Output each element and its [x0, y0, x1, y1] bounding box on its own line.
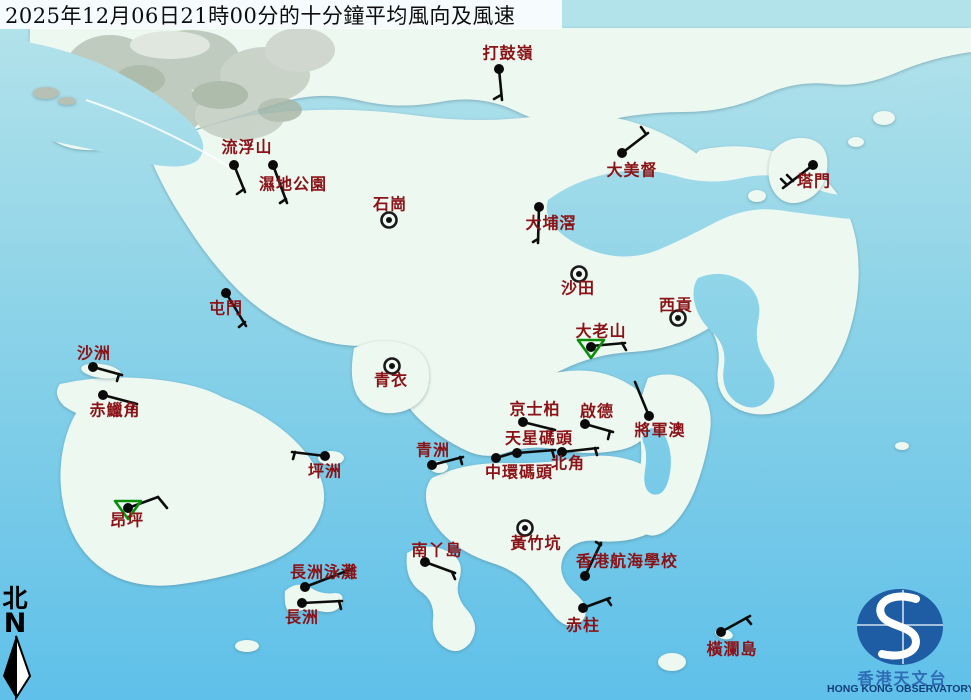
- station-label-kp: 京士柏: [509, 400, 560, 419]
- station-label-ssc: 香港航海學校: [575, 552, 678, 571]
- station-label-tko: 將軍澳: [634, 421, 685, 440]
- station-label-tap: 塔門: [797, 172, 831, 191]
- station-label-np: 北角: [551, 454, 585, 473]
- island-kat-o: [873, 111, 895, 125]
- station-label-wgl: 橫瀾島: [706, 640, 757, 659]
- islet-deep-bay-2: [58, 97, 76, 105]
- station-label-sty: 赤柱: [566, 616, 600, 635]
- station-label-lam: 南丫島: [411, 541, 462, 560]
- hk-map: 打鼓嶺流浮山濕地公園石崗大埔滘 大美督塔門屯門沙洲赤鱲角 沙田西貢大老山青衣京士柏 啟…: [0, 0, 971, 700]
- station-label-skg: 西貢: [659, 296, 693, 315]
- station-label-tc: 大老山: [575, 322, 626, 341]
- station-label-tmt: 大美督: [606, 161, 657, 180]
- station-label-ty: 青衣: [374, 371, 408, 390]
- island-po-toi: [658, 653, 686, 671]
- hko-logo-mark: [857, 589, 943, 665]
- station-label-cp: 中環碼頭: [485, 463, 553, 482]
- station-label-wlp: 濕地公園: [259, 175, 327, 194]
- islet-deep-bay-1: [33, 87, 59, 99]
- map-title: 2025年12月06日21時00分的十分鐘平均風向及風速: [0, 0, 515, 30]
- station-label-gi: 青洲: [416, 441, 450, 460]
- station-label-pen: 坪洲: [308, 462, 342, 481]
- station-label-clk: 赤鱲角: [89, 401, 140, 420]
- station-label-cch: 長洲: [285, 608, 319, 627]
- island-ap-chau: [848, 137, 864, 147]
- wind-map-page: 打鼓嶺流浮山濕地公園石崗大埔滘 大美督塔門屯門沙洲赤鱲角 沙田西貢大老山青衣京士柏 啟…: [0, 0, 971, 700]
- station-label-wch: 黃竹坑: [509, 534, 561, 553]
- station-label-ngp: 昂坪: [110, 511, 144, 530]
- station-label-ccb: 長洲泳灘: [290, 563, 358, 582]
- station-label-sf: 天星碼頭: [505, 429, 573, 448]
- station-label-kt: 啟德: [580, 402, 614, 421]
- station-label-tun: 屯門: [209, 299, 243, 318]
- island-ninepin: [895, 442, 909, 450]
- island-small-ne: [748, 190, 766, 202]
- station-label-tkl: 打鼓嶺: [482, 44, 533, 63]
- station-label-tpk: 大埔滘: [525, 214, 576, 233]
- station-label-sek: 石崗: [372, 195, 407, 214]
- station-label-sha: 沙洲: [77, 344, 111, 363]
- compass-north-n: N: [4, 608, 27, 639]
- title-bar: 2025年12月06日21時00分的十分鐘平均風向及風速: [0, 0, 562, 29]
- island-shek-kwu-chau: [235, 640, 259, 652]
- station-label-sht: 沙田: [561, 279, 595, 298]
- hko-name-en: HONG KONG OBSERVATORY: [827, 683, 971, 695]
- station-label-lfs: 流浮山: [221, 138, 272, 157]
